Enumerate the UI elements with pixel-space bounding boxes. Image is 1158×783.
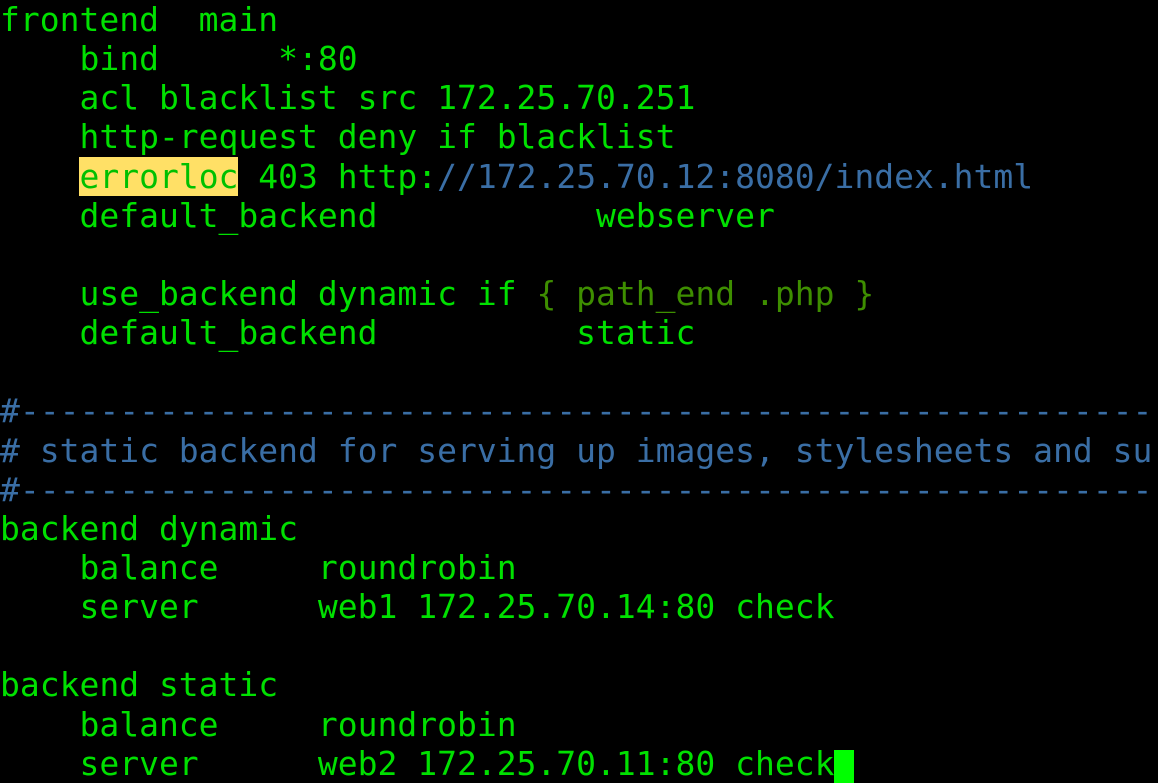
text-segment: { path_end .php } (536, 273, 875, 313)
terminal-line-static-server-web2: server web2 172.25.70.11:80 check (0, 744, 1158, 783)
text-segment: #---------------------------------------… (0, 391, 1153, 431)
text-segment: balance roundrobin (0, 704, 517, 744)
text-segment: acl blacklist src 172.25.70.251 (0, 78, 696, 118)
terminal-line-default-backend-webserver: default_backend webserver (0, 196, 1158, 235)
text-segment: http-request deny if blacklist (0, 117, 676, 157)
terminal-line-static-balance: balance roundrobin (0, 705, 1158, 744)
text-segment: 403 http: (238, 156, 438, 196)
terminal-line-blank-line (0, 626, 1158, 665)
text-segment (0, 157, 79, 196)
terminal-line-use-backend-dynamic: use_backend dynamic if { path_end .php } (0, 274, 1158, 313)
terminal-line-backend-dynamic: backend dynamic (0, 509, 1158, 548)
terminal-line-blank-line (0, 235, 1158, 274)
text-segment: //172.25.70.12:8080/index.html (437, 156, 1034, 196)
terminal-line-frontend-main: frontend main (0, 0, 1158, 39)
search-match-highlight: errorloc (79, 156, 239, 196)
text-segment: server web2 172.25.70.11:80 check (0, 743, 835, 783)
terminal-line-comment-rule-bottom: #---------------------------------------… (0, 470, 1158, 509)
text-segment: # static backend for serving up images, … (0, 430, 1153, 470)
text-segment: #---------------------------------------… (0, 469, 1153, 509)
text-segment: backend static (0, 665, 279, 705)
terminal-line-acl-blacklist: acl blacklist src 172.25.70.251 (0, 78, 1158, 117)
text-segment: use_backend dynamic if (0, 273, 537, 313)
text-segment: server web1 172.25.70.14:80 check (0, 587, 835, 627)
terminal-line-comment-rule-top: #---------------------------------------… (0, 391, 1158, 430)
text-segment: balance roundrobin (0, 547, 517, 587)
terminal-line-http-request-deny: http-request deny if blacklist (0, 117, 1158, 156)
terminal-line-bind-directive: bind *:80 (0, 39, 1158, 78)
text-cursor (834, 749, 855, 783)
terminal-line-backend-static: backend static (0, 665, 1158, 704)
terminal-line-errorloc-directive: errorloc 403 http://172.25.70.12:8080/in… (0, 156, 1158, 196)
terminal-screen[interactable]: frontend main bind *:80 acl blacklist sr… (0, 0, 1158, 783)
text-segment: default_backend static (0, 313, 696, 353)
text-segment: bind *:80 (0, 39, 358, 79)
terminal-line-dynamic-balance: balance roundrobin (0, 548, 1158, 587)
text-segment: frontend main (0, 0, 279, 39)
terminal-line-blank-line (0, 352, 1158, 391)
terminal-line-dynamic-server-web1: server web1 172.25.70.14:80 check (0, 587, 1158, 626)
terminal-line-comment-static-backend: # static backend for serving up images, … (0, 431, 1158, 470)
text-segment: backend dynamic (0, 508, 299, 548)
text-segment: default_backend webserver (0, 195, 775, 235)
terminal-line-default-backend-static: default_backend static (0, 313, 1158, 352)
